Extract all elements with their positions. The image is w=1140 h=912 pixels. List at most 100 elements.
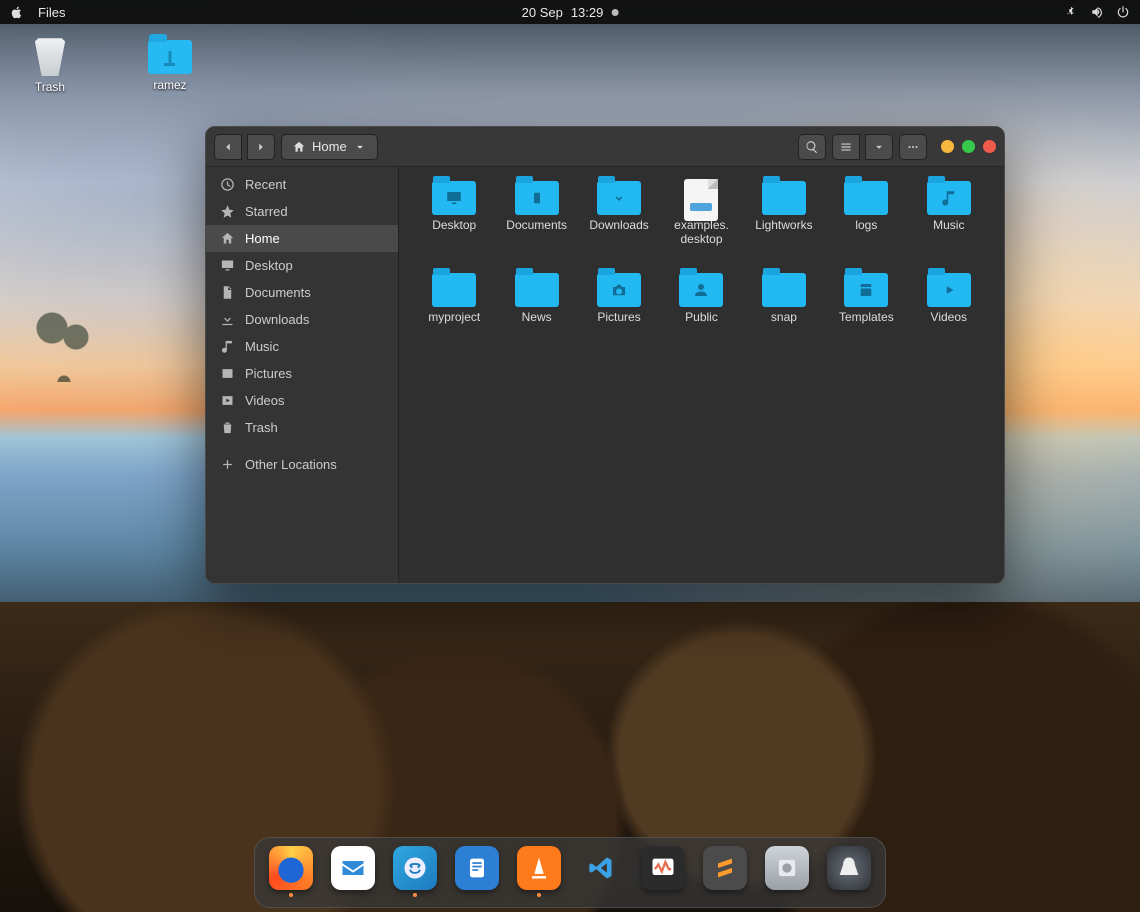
dock-item-files[interactable] bbox=[393, 846, 437, 897]
sidebar-item-label: Documents bbox=[245, 285, 311, 300]
dock-item-writer[interactable] bbox=[455, 846, 499, 897]
sidebar-item-documents[interactable]: Documents bbox=[206, 279, 398, 306]
volume-icon[interactable] bbox=[1090, 5, 1104, 19]
file-item[interactable]: Documents bbox=[497, 179, 575, 267]
file-item-label: Downloads bbox=[589, 219, 648, 233]
view-toggle-button[interactable] bbox=[832, 134, 860, 160]
menubar-date[interactable]: 20 Sep bbox=[522, 5, 563, 20]
dock-item-mail-client[interactable] bbox=[331, 846, 375, 897]
file-item[interactable]: Public bbox=[662, 271, 740, 359]
sidebar-item-videos[interactable]: Videos bbox=[206, 387, 398, 414]
folder-icon bbox=[844, 181, 888, 215]
file-item-label: myproject bbox=[428, 311, 480, 325]
files-sidebar: Recent Starred Home Desktop Documents Downloa… bbox=[206, 167, 399, 583]
file-item[interactable]: Downloads bbox=[580, 179, 658, 267]
file-item-label: Videos bbox=[931, 311, 967, 325]
sidebar-item-label: Desktop bbox=[245, 258, 293, 273]
file-item[interactable]: snap bbox=[745, 271, 823, 359]
system-monitor-icon bbox=[641, 846, 685, 890]
file-item[interactable]: Lightworks bbox=[745, 179, 823, 267]
sidebar-item-desktop[interactable]: Desktop bbox=[206, 252, 398, 279]
menubar-app-name[interactable]: Files bbox=[38, 5, 65, 20]
view-dropdown-button[interactable] bbox=[865, 134, 893, 160]
window-maximize-button[interactable] bbox=[962, 140, 975, 153]
running-indicator-icon bbox=[785, 893, 789, 897]
folder-icon bbox=[597, 181, 641, 215]
folder-icon bbox=[597, 273, 641, 307]
file-item[interactable]: examples.​desktop bbox=[662, 179, 740, 267]
file-item-label: Lightworks bbox=[755, 219, 812, 233]
sidebar-item-recent[interactable]: Recent bbox=[206, 171, 398, 198]
sidebar-item-music[interactable]: Music bbox=[206, 333, 398, 360]
file-item-label: Documents bbox=[506, 219, 567, 233]
nav-back-button[interactable] bbox=[214, 134, 242, 160]
firefox-icon bbox=[269, 846, 313, 890]
dock-item-firefox[interactable] bbox=[269, 846, 313, 897]
sidebar-item-other-locations[interactable]: Other Locations bbox=[206, 451, 398, 478]
notifications-indicator-icon[interactable] bbox=[611, 9, 618, 16]
dock-item-vlc[interactable] bbox=[517, 846, 561, 897]
dock-item-disk-utility[interactable] bbox=[765, 846, 809, 897]
files-content-grid: Desktop Documents Downloads examples.​deskt… bbox=[399, 167, 1004, 583]
file-item-label: Templates bbox=[839, 311, 894, 325]
apple-menu-icon[interactable] bbox=[10, 5, 24, 19]
file-item[interactable]: News bbox=[497, 271, 575, 359]
sidebar-item-label: Videos bbox=[245, 393, 285, 408]
dock-item-sublime[interactable] bbox=[703, 846, 747, 897]
dock-item-vscode[interactable] bbox=[579, 846, 623, 897]
folder-icon bbox=[679, 273, 723, 307]
sidebar-item-label: Home bbox=[245, 231, 280, 246]
menubar-time[interactable]: 13:29 bbox=[571, 5, 604, 20]
search-button[interactable] bbox=[798, 134, 826, 160]
dock-item-launchpad[interactable] bbox=[827, 846, 871, 897]
sidebar-item-label: Music bbox=[245, 339, 279, 354]
running-indicator-icon bbox=[413, 893, 417, 897]
sidebar-item-downloads[interactable]: Downloads bbox=[206, 306, 398, 333]
folder-icon bbox=[148, 40, 192, 74]
sidebar-item-trash[interactable]: Trash bbox=[206, 414, 398, 441]
files-icon bbox=[393, 846, 437, 890]
vscode-icon bbox=[579, 846, 623, 890]
dock bbox=[254, 837, 886, 908]
sidebar-item-pictures[interactable]: Pictures bbox=[206, 360, 398, 387]
document-icon bbox=[684, 179, 718, 221]
folder-icon bbox=[762, 181, 806, 215]
running-indicator-icon bbox=[661, 893, 665, 897]
folder-icon bbox=[762, 273, 806, 307]
desktop-folder-label: ramez bbox=[153, 78, 186, 92]
hamburger-menu-button[interactable] bbox=[899, 134, 927, 160]
file-item[interactable]: Music bbox=[910, 179, 988, 267]
running-indicator-icon bbox=[351, 893, 355, 897]
file-item[interactable]: Desktop bbox=[415, 179, 493, 267]
window-minimize-button[interactable] bbox=[941, 140, 954, 153]
files-headerbar: Home bbox=[206, 127, 1004, 167]
desktop-folder-ramez[interactable]: ramez bbox=[140, 34, 200, 94]
file-item-label: News bbox=[522, 311, 552, 325]
file-item[interactable]: Videos bbox=[910, 271, 988, 359]
nav-forward-button[interactable] bbox=[247, 134, 275, 160]
file-item[interactable]: logs bbox=[827, 179, 905, 267]
file-item[interactable]: myproject bbox=[415, 271, 493, 359]
path-bar[interactable]: Home bbox=[281, 134, 378, 160]
running-indicator-icon bbox=[475, 893, 479, 897]
network-icon[interactable]: ⇔ bbox=[1064, 5, 1078, 19]
sidebar-item-label: Recent bbox=[245, 177, 286, 192]
sidebar-item-label: Downloads bbox=[245, 312, 309, 327]
dock-item-system-monitor[interactable] bbox=[641, 846, 685, 897]
sidebar-item-home[interactable]: Home bbox=[206, 225, 398, 252]
file-item-label: Pictures bbox=[597, 311, 640, 325]
folder-icon bbox=[844, 273, 888, 307]
trash-icon bbox=[29, 34, 71, 76]
file-item[interactable]: Pictures bbox=[580, 271, 658, 359]
running-indicator-icon bbox=[537, 893, 541, 897]
window-close-button[interactable] bbox=[983, 140, 996, 153]
file-item[interactable]: Templates bbox=[827, 271, 905, 359]
power-icon[interactable] bbox=[1116, 5, 1130, 19]
file-item-label: Music bbox=[933, 219, 964, 233]
clock-icon bbox=[220, 177, 235, 192]
vlc-icon bbox=[517, 846, 561, 890]
desktop-trash[interactable]: Trash bbox=[20, 34, 80, 94]
home-icon bbox=[292, 140, 306, 154]
sidebar-item-starred[interactable]: Starred bbox=[206, 198, 398, 225]
desktop-trash-label: Trash bbox=[35, 80, 65, 94]
